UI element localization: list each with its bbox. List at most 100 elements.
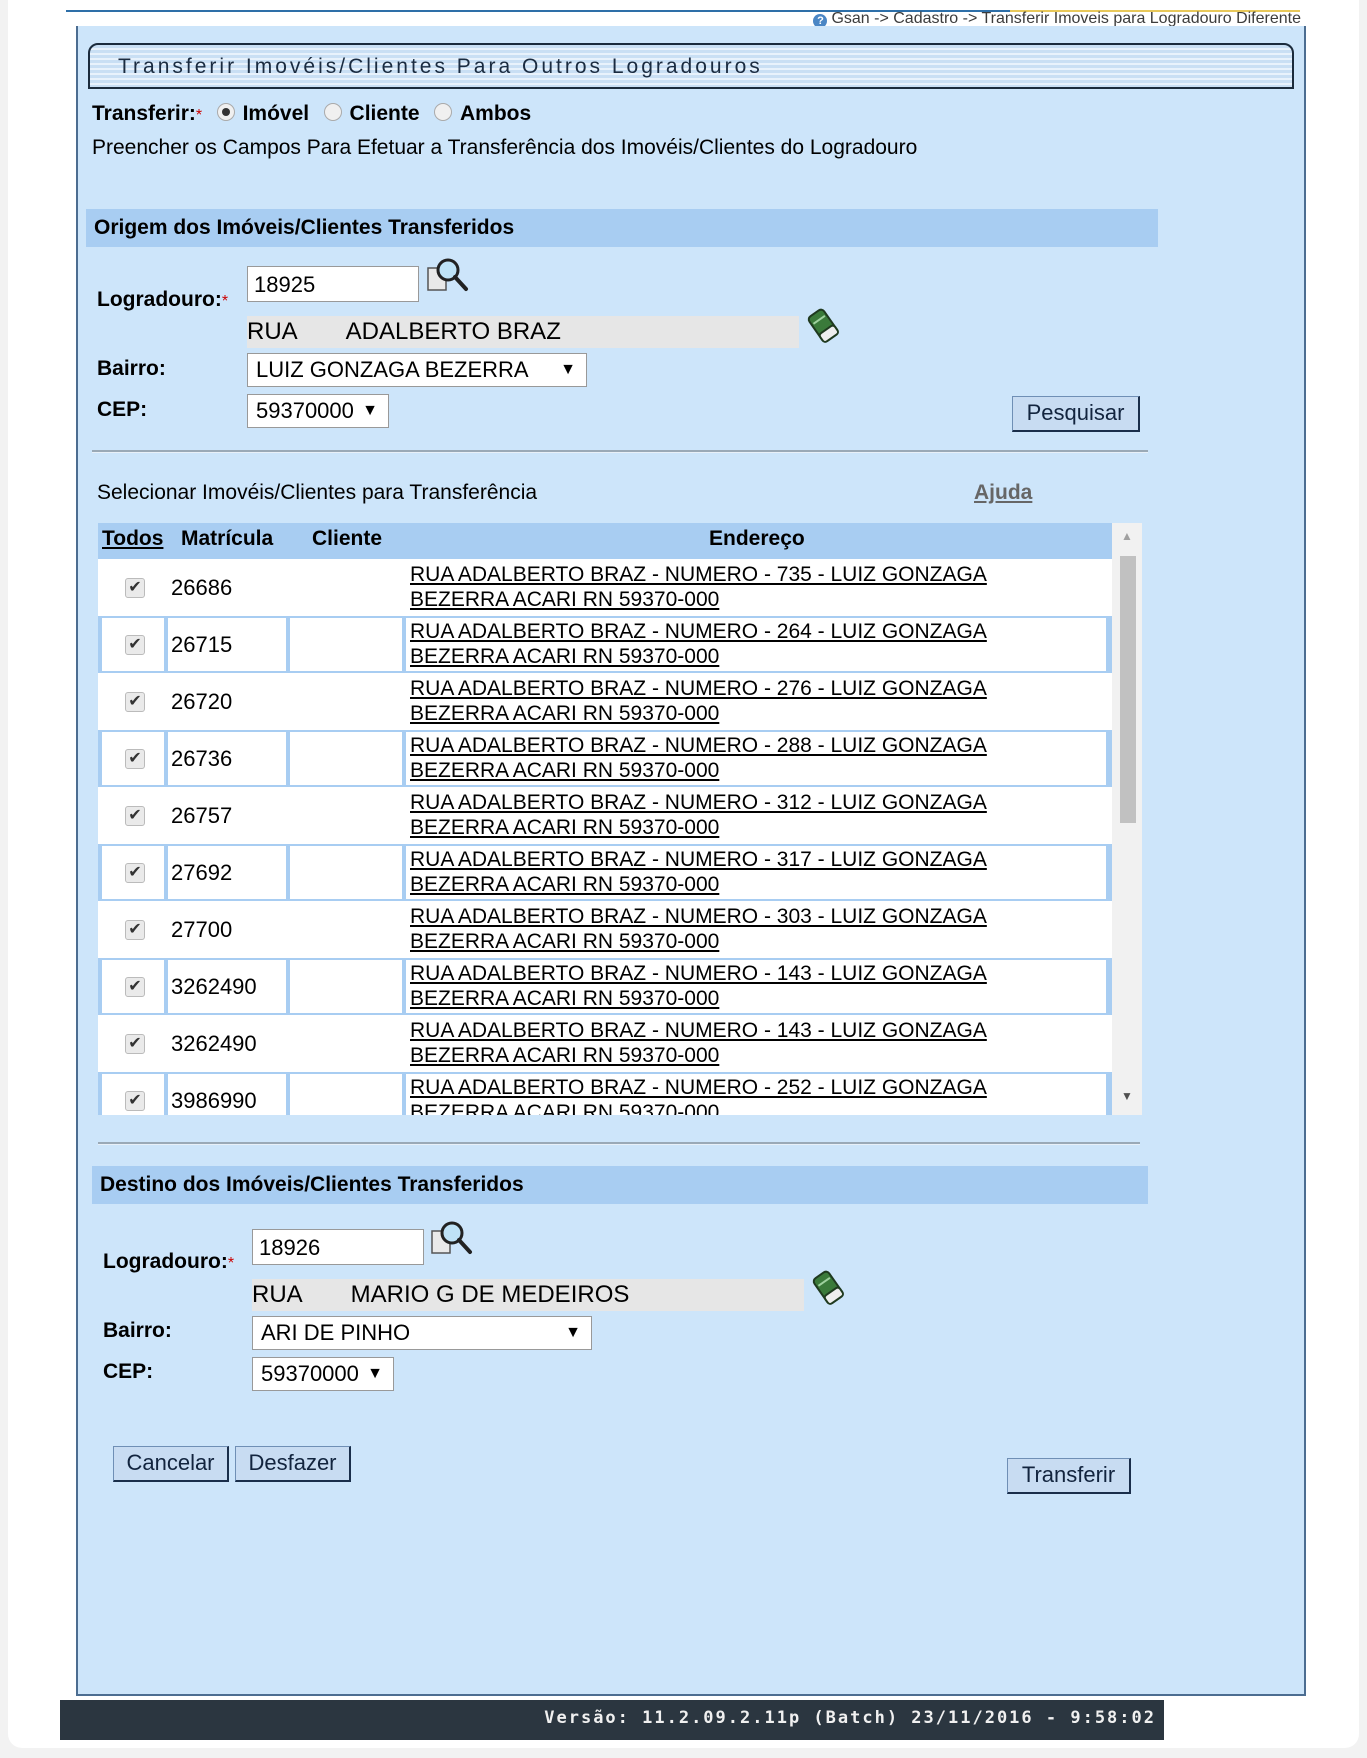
required-mark: * bbox=[195, 107, 203, 124]
cliente-cell bbox=[290, 846, 402, 899]
select-cell: ✔ bbox=[102, 1017, 164, 1070]
select-cell: ✔ bbox=[102, 675, 164, 728]
scroll-down-icon[interactable]: ▼ bbox=[1121, 1089, 1133, 1103]
endereco-line-1[interactable]: RUA ADALBERTO BRAZ - NUMERO - 143 - LUIZ… bbox=[410, 1018, 1106, 1043]
table-row: ✔ 26686 RUA ADALBERTO BRAZ - NUMERO - 735 … bbox=[98, 559, 1142, 616]
destino-cep-select[interactable]: 59370000 ▼ bbox=[252, 1357, 394, 1391]
checkbox-icon[interactable]: ✔ bbox=[125, 977, 145, 997]
endereco-line-2[interactable]: BEZERRA ACARI RN 59370-000 bbox=[410, 815, 1106, 840]
origem-bairro-label: Bairro: bbox=[97, 357, 166, 380]
origem-cep-select[interactable]: 59370000 ▼ bbox=[247, 394, 389, 428]
checkbox-icon[interactable]: ✔ bbox=[125, 692, 145, 712]
eraser-icon[interactable] bbox=[806, 306, 842, 344]
cliente-cell bbox=[290, 618, 402, 671]
radio-imovel-label[interactable]: Imóvel bbox=[243, 102, 310, 125]
endereco-link[interactable]: RUA ADALBERTO BRAZ - NUMERO - 303 - LUIZ… bbox=[406, 903, 1106, 956]
magnifier-icon[interactable] bbox=[430, 1219, 474, 1259]
destino-bairro-value: ARI DE PINHO bbox=[261, 1320, 411, 1345]
endereco-link[interactable]: RUA ADALBERTO BRAZ - NUMERO - 317 - LUIZ… bbox=[406, 846, 1106, 899]
endereco-link[interactable]: RUA ADALBERTO BRAZ - NUMERO - 288 - LUIZ… bbox=[406, 732, 1106, 785]
matricula-cell: 26720 bbox=[168, 675, 286, 728]
checkbox-icon[interactable]: ✔ bbox=[125, 749, 145, 769]
endereco-line-2[interactable]: BEZERRA ACARI RN 59370-000 bbox=[410, 1043, 1106, 1068]
radio-ambos[interactable] bbox=[434, 103, 453, 121]
scroll-up-icon[interactable]: ▲ bbox=[1121, 529, 1133, 543]
endereco-line-1[interactable]: RUA ADALBERTO BRAZ - NUMERO - 288 - LUIZ… bbox=[410, 733, 1106, 758]
instructions-text: Preencher os Campos Para Efetuar a Trans… bbox=[92, 136, 918, 159]
radio-imovel[interactable] bbox=[216, 103, 235, 121]
table-scrollbar[interactable]: ▲ ▼ bbox=[1112, 523, 1142, 1115]
origem-logradouro-label-wrap: Logradouro:* bbox=[97, 288, 228, 312]
table-row: ✔ 26757 RUA ADALBERTO BRAZ - NUMERO - 312 … bbox=[98, 787, 1142, 844]
checkbox-icon[interactable]: ✔ bbox=[125, 1091, 145, 1111]
endereco-link[interactable]: RUA ADALBERTO BRAZ - NUMERO - 252 - LUIZ… bbox=[406, 1074, 1106, 1115]
destino-bairro-label: Bairro: bbox=[103, 1319, 172, 1342]
cliente-cell bbox=[290, 960, 402, 1013]
select-cell: ✔ bbox=[102, 846, 164, 899]
endereco-line-2[interactable]: BEZERRA ACARI RN 59370-000 bbox=[410, 929, 1106, 954]
endereco-line-2[interactable]: BEZERRA ACARI RN 59370-000 bbox=[410, 986, 1106, 1011]
origem-bairro-select[interactable]: LUIZ GONZAGA BEZERRA ▼ bbox=[247, 353, 587, 387]
matricula-cell: 3262490 bbox=[168, 1017, 286, 1070]
transferir-row: Transferir:* Imóvel Cliente Ambos bbox=[92, 102, 531, 126]
todos-header-link[interactable]: Todos bbox=[102, 527, 163, 551]
endereco-link[interactable]: RUA ADALBERTO BRAZ - NUMERO - 143 - LUIZ… bbox=[406, 1017, 1106, 1070]
matricula-cell: 3262490 bbox=[168, 960, 286, 1013]
endereco-line-1[interactable]: RUA ADALBERTO BRAZ - NUMERO - 252 - LUIZ… bbox=[410, 1075, 1106, 1100]
required-mark: * bbox=[227, 1255, 235, 1272]
radio-cliente-label[interactable]: Cliente bbox=[350, 102, 420, 125]
endereco-link[interactable]: RUA ADALBERTO BRAZ - NUMERO - 264 - LUIZ… bbox=[406, 618, 1106, 671]
ajuda-link[interactable]: Ajuda bbox=[974, 481, 1032, 504]
matricula-cell: 26686 bbox=[168, 561, 286, 614]
table-row: ✔ 26720 RUA ADALBERTO BRAZ - NUMERO - 276 … bbox=[98, 673, 1142, 730]
endereco-line-1[interactable]: RUA ADALBERTO BRAZ - NUMERO - 276 - LUIZ… bbox=[410, 676, 1106, 701]
scroll-thumb[interactable] bbox=[1120, 556, 1136, 823]
table-row: ✔ 26736 RUA ADALBERTO BRAZ - NUMERO - 288 … bbox=[98, 730, 1142, 787]
destino-logradouro-input[interactable]: 18926 bbox=[252, 1229, 424, 1265]
cliente-cell bbox=[290, 675, 402, 728]
endereco-line-1[interactable]: RUA ADALBERTO BRAZ - NUMERO - 317 - LUIZ… bbox=[410, 847, 1106, 872]
matricula-cell: 26757 bbox=[168, 789, 286, 842]
cliente-cell bbox=[290, 903, 402, 956]
endereco-link[interactable]: RUA ADALBERTO BRAZ - NUMERO - 276 - LUIZ… bbox=[406, 675, 1106, 728]
destino-logradouro-description: RUA MARIO G DE MEDEIROS bbox=[252, 1279, 804, 1311]
pesquisar-button[interactable]: Pesquisar bbox=[1012, 396, 1140, 432]
transferir-label: Transferir: bbox=[92, 102, 196, 125]
origem-logradouro-input[interactable]: 18925 bbox=[247, 266, 419, 302]
checkbox-icon[interactable]: ✔ bbox=[125, 920, 145, 940]
endereco-line-2[interactable]: BEZERRA ACARI RN 59370-000 bbox=[410, 1100, 1106, 1115]
endereco-link[interactable]: RUA ADALBERTO BRAZ - NUMERO - 143 - LUIZ… bbox=[406, 960, 1106, 1013]
origem-logradouro-description: RUA ADALBERTO BRAZ bbox=[247, 316, 799, 348]
endereco-line-1[interactable]: RUA ADALBERTO BRAZ - NUMERO - 264 - LUIZ… bbox=[410, 619, 1106, 644]
main-panel: Transferir Imovéis/Clientes Para Outros … bbox=[76, 26, 1306, 1696]
select-cell: ✔ bbox=[102, 789, 164, 842]
radio-cliente[interactable] bbox=[323, 103, 342, 121]
endereco-line-1[interactable]: RUA ADALBERTO BRAZ - NUMERO - 735 - LUIZ… bbox=[410, 562, 1106, 587]
endereco-link[interactable]: RUA ADALBERTO BRAZ - NUMERO - 312 - LUIZ… bbox=[406, 789, 1106, 842]
cancelar-button[interactable]: Cancelar bbox=[113, 1446, 229, 1482]
checkbox-icon[interactable]: ✔ bbox=[125, 863, 145, 883]
radio-ambos-label[interactable]: Ambos bbox=[460, 102, 531, 125]
endereco-line-2[interactable]: BEZERRA ACARI RN 59370-000 bbox=[410, 758, 1106, 783]
magnifier-icon[interactable] bbox=[426, 256, 470, 296]
checkbox-icon[interactable]: ✔ bbox=[125, 635, 145, 655]
table-row: ✔ 26715 RUA ADALBERTO BRAZ - NUMERO - 264 … bbox=[98, 616, 1142, 673]
checkbox-icon[interactable]: ✔ bbox=[125, 806, 145, 826]
endereco-line-2[interactable]: BEZERRA ACARI RN 59370-000 bbox=[410, 872, 1106, 897]
transferir-button[interactable]: Transferir bbox=[1007, 1458, 1131, 1494]
endereco-line-2[interactable]: BEZERRA ACARI RN 59370-000 bbox=[410, 701, 1106, 726]
endereco-line-2[interactable]: BEZERRA ACARI RN 59370-000 bbox=[410, 587, 1106, 612]
endereco-line-1[interactable]: RUA ADALBERTO BRAZ - NUMERO - 143 - LUIZ… bbox=[410, 961, 1106, 986]
eraser-icon[interactable] bbox=[811, 1268, 847, 1306]
endereco-line-1[interactable]: RUA ADALBERTO BRAZ - NUMERO - 303 - LUIZ… bbox=[410, 904, 1106, 929]
checkbox-icon[interactable]: ✔ bbox=[125, 1034, 145, 1054]
endereco-line-1[interactable]: RUA ADALBERTO BRAZ - NUMERO - 312 - LUIZ… bbox=[410, 790, 1106, 815]
divider bbox=[98, 1142, 1140, 1145]
chevron-down-icon: ▼ bbox=[565, 1324, 581, 1341]
endereco-line-2[interactable]: BEZERRA ACARI RN 59370-000 bbox=[410, 644, 1106, 669]
cliente-cell bbox=[290, 789, 402, 842]
checkbox-icon[interactable]: ✔ bbox=[125, 578, 145, 598]
destino-bairro-select[interactable]: ARI DE PINHO ▼ bbox=[252, 1316, 592, 1350]
desfazer-button[interactable]: Desfazer bbox=[235, 1446, 351, 1482]
endereco-link[interactable]: RUA ADALBERTO BRAZ - NUMERO - 735 - LUIZ… bbox=[406, 561, 1106, 614]
